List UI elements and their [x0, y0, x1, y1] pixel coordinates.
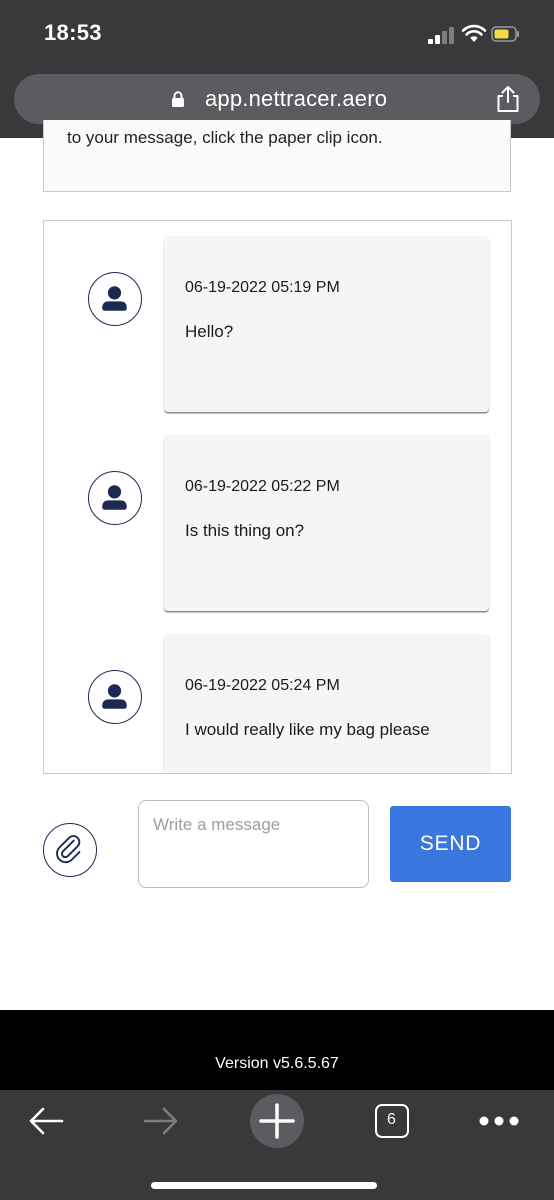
status-bar: 18:53: [0, 0, 554, 68]
user-icon: [102, 485, 127, 510]
wifi-icon: [461, 24, 487, 42]
user-icon: [102, 286, 127, 311]
user-avatar: [88, 670, 142, 724]
attach-button[interactable]: [43, 823, 97, 877]
share-icon[interactable]: [495, 85, 521, 113]
message-timestamp: 06-19-2022 05:22 PM: [185, 478, 340, 495]
message-bubble: 06-19-2022 05:19 PM Hello?: [164, 236, 489, 412]
cellular-signal-icon: [428, 26, 456, 44]
forward-arrow-icon[interactable]: [141, 1104, 181, 1138]
browser-toolbar: 6: [0, 1090, 554, 1200]
status-time: 18:53: [44, 20, 102, 45]
tab-count: 6: [387, 1111, 396, 1128]
version-label: Version v5.6.5.67: [215, 1055, 339, 1072]
new-tab-plus-icon[interactable]: [249, 1093, 305, 1149]
instructions-text: to your message, click the paper clip ic…: [67, 128, 383, 147]
user-icon: [102, 684, 127, 709]
home-indicator: [151, 1182, 377, 1189]
attachment-instructions: to your message, click the paper clip ic…: [43, 120, 511, 192]
message-item: 06-19-2022 05:24 PM I would really like …: [44, 634, 511, 773]
message-thread[interactable]: 06-19-2022 05:19 PM Hello? 06-19-2022 05…: [43, 220, 512, 774]
back-arrow-icon[interactable]: [26, 1104, 66, 1138]
url-text: app.nettracer.aero: [205, 86, 388, 111]
message-timestamp: 06-19-2022 05:19 PM: [185, 279, 340, 296]
message-bubble: 06-19-2022 05:24 PM I would really like …: [164, 634, 489, 773]
message-text: Is this thing on?: [185, 521, 305, 540]
message-item: 06-19-2022 05:19 PM Hello?: [44, 236, 511, 412]
user-avatar: [88, 471, 142, 525]
message-text: Hello?: [185, 322, 234, 341]
message-input[interactable]: [138, 800, 369, 888]
message-text: I would really like my bag please: [185, 720, 430, 739]
battery-icon: [491, 26, 519, 42]
more-icon[interactable]: [478, 1114, 520, 1128]
page-footer: Version v5.6.5.67: [0, 1010, 554, 1090]
address-bar[interactable]: app.nettracer.aero: [14, 74, 540, 124]
tabs-icon[interactable]: 6: [375, 1104, 409, 1138]
message-item: 06-19-2022 05:22 PM Is this thing on?: [44, 435, 511, 611]
lock-icon: [172, 91, 184, 107]
message-bubble: 06-19-2022 05:22 PM Is this thing on?: [164, 435, 489, 611]
send-button[interactable]: SEND: [390, 806, 511, 882]
paper-clip-icon: [56, 835, 81, 864]
message-timestamp: 06-19-2022 05:24 PM: [185, 677, 340, 694]
user-avatar: [88, 272, 142, 326]
